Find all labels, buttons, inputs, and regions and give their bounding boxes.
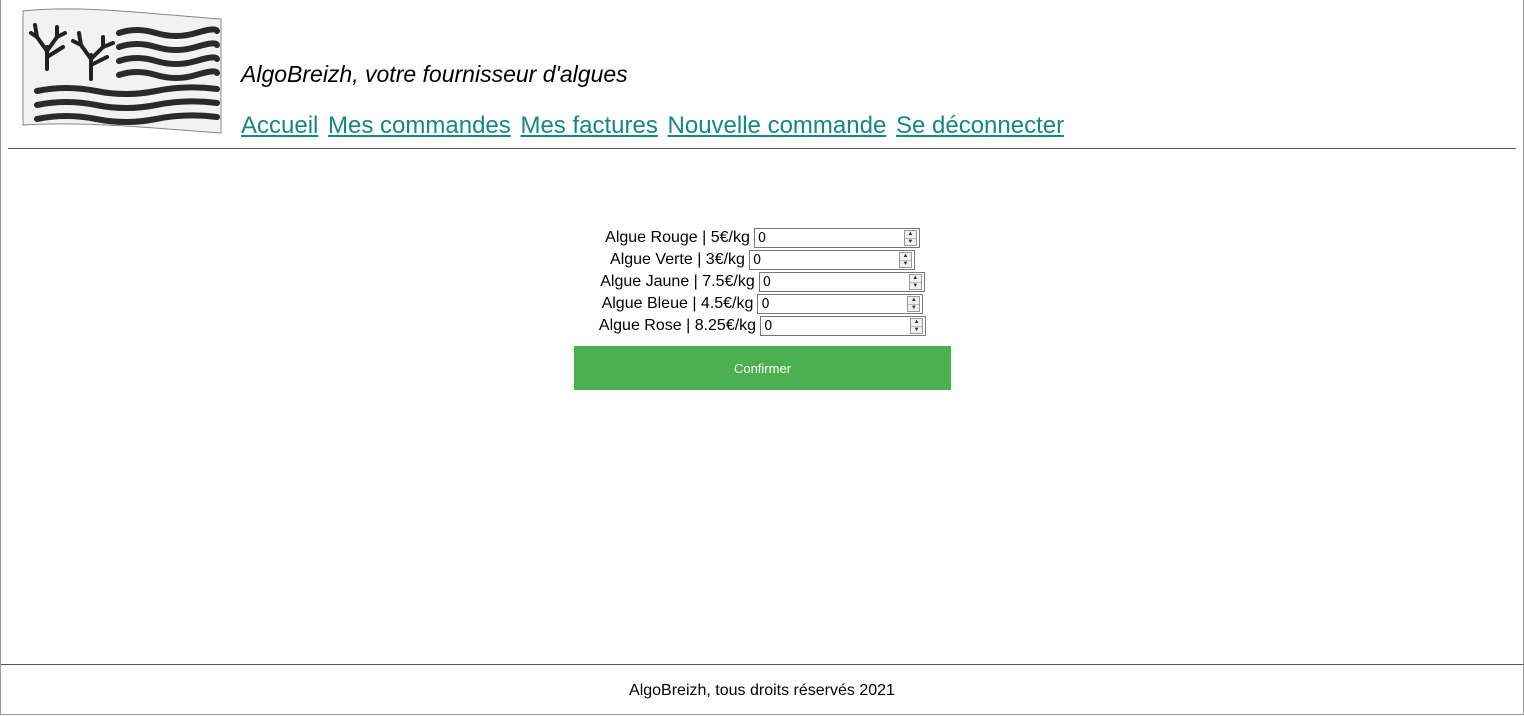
spinner-control[interactable]: ▲ ▼ — [907, 296, 921, 312]
quantity-input-verte[interactable]: 0 ▲ ▼ — [748, 250, 915, 270]
spin-up-icon[interactable]: ▲ — [905, 231, 916, 238]
order-row-rose: Algue Rose | 8.25€/kg 0 ▲ ▼ — [574, 315, 951, 337]
site-title: AlgoBreizh, votre fournisseur d'algues — [241, 61, 628, 87]
page-frame: AlgoBreizh, votre fournisseur d'algues A… — [0, 0, 1524, 715]
order-row-bleue: Algue Bleue | 4.5€/kg 0 ▲ ▼ — [574, 293, 951, 315]
item-label: Algue Jaune | 7.5€/kg — [600, 273, 755, 290]
spin-down-icon[interactable]: ▼ — [909, 282, 921, 290]
spin-down-icon[interactable]: ▼ — [904, 238, 916, 246]
confirm-button[interactable]: Confirmer — [574, 346, 951, 390]
spinner-control[interactable]: ▲ ▼ — [910, 318, 924, 334]
spin-down-icon[interactable]: ▼ — [899, 260, 911, 268]
quantity-value[interactable]: 0 — [761, 319, 910, 334]
quantity-value[interactable]: 0 — [760, 275, 909, 290]
nav-link-nouvelle-commande[interactable]: Nouvelle commande — [668, 112, 887, 139]
main-nav: Accueil Mes commandes Mes factures Nouve… — [241, 112, 1067, 140]
order-form: Algue Rouge | 5€/kg 0 ▲ ▼ Algue Verte | 3… — [574, 227, 951, 390]
order-row-verte: Algue Verte | 3€/kg 0 ▲ ▼ — [574, 249, 951, 271]
quantity-input-rouge[interactable]: 0 ▲ ▼ — [753, 228, 920, 248]
spin-down-icon[interactable]: ▼ — [908, 304, 920, 312]
spin-up-icon[interactable]: ▲ — [910, 275, 921, 282]
item-label: Algue Verte | 3€/kg — [610, 251, 745, 268]
spin-up-icon[interactable]: ▲ — [911, 319, 922, 326]
site-header: AlgoBreizh, votre fournisseur d'algues A… — [1, 0, 1523, 149]
nav-link-mes-factures[interactable]: Mes factures — [520, 112, 657, 139]
order-row-rouge: Algue Rouge | 5€/kg 0 ▲ ▼ — [574, 227, 951, 249]
seaweed-flag-logo-icon — [22, 8, 222, 134]
spinner-control[interactable]: ▲ ▼ — [908, 274, 922, 290]
quantity-value[interactable]: 0 — [755, 231, 904, 246]
nav-link-accueil[interactable]: Accueil — [241, 112, 318, 139]
nav-link-se-deconnecter[interactable]: Se déconnecter — [896, 112, 1064, 139]
header-divider — [8, 148, 1516, 149]
quantity-input-bleue[interactable]: 0 ▲ ▼ — [757, 294, 924, 314]
spinner-control[interactable]: ▲ ▼ — [898, 252, 912, 268]
spin-up-icon[interactable]: ▲ — [900, 253, 911, 260]
item-label: Algue Bleue | 4.5€/kg — [601, 295, 754, 312]
spin-down-icon[interactable]: ▼ — [911, 326, 923, 334]
quantity-value[interactable]: 0 — [758, 297, 907, 312]
quantity-value[interactable]: 0 — [750, 253, 899, 268]
footer-divider — [1, 664, 1523, 665]
item-label: Algue Rouge | 5€/kg — [605, 229, 750, 246]
quantity-input-rose[interactable]: 0 ▲ ▼ — [760, 316, 927, 336]
nav-link-mes-commandes[interactable]: Mes commandes — [328, 112, 511, 139]
order-row-jaune: Algue Jaune | 7.5€/kg 0 ▲ ▼ — [574, 271, 951, 293]
spinner-control[interactable]: ▲ ▼ — [903, 230, 917, 246]
quantity-input-jaune[interactable]: 0 ▲ ▼ — [758, 272, 925, 292]
item-label: Algue Rose | 8.25€/kg — [598, 317, 757, 334]
spin-up-icon[interactable]: ▲ — [908, 297, 919, 304]
site-footer: AlgoBreizh, tous droits réservés 2021 — [629, 682, 895, 699]
